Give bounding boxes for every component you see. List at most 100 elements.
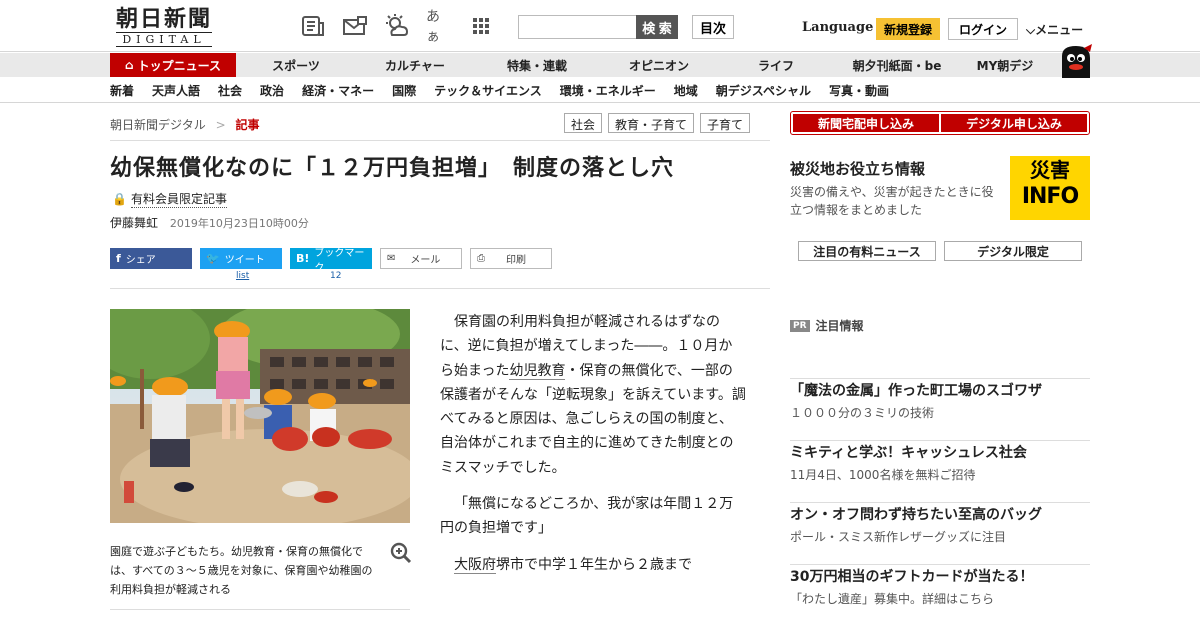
- chevron-down-icon: ⌵: [1026, 23, 1036, 37]
- list-item[interactable]: 30万円相当のギフトカードが当たる！ 「わたし遺産」募集中。詳細はこちら: [790, 564, 1090, 626]
- facebook-share-button[interactable]: f シェア: [110, 248, 192, 269]
- search-button[interactable]: 検 索: [636, 15, 678, 39]
- sub-nav: 新着 天声人語 社会 政治 経済・マネー 国際 テック＆サイエンス 環境・エネル…: [110, 78, 889, 102]
- twitter-share-button[interactable]: 🐦 ツイート: [200, 248, 282, 269]
- nav-opinion[interactable]: オピニオン: [600, 53, 718, 77]
- paragraph-text: 堺市で中学１年生から２歳まで: [496, 556, 692, 573]
- keyword-link[interactable]: 大阪府: [454, 556, 496, 574]
- main-nav: ⌂ トップニュース スポーツ カルチャー 特集・連載 オピニオン ライフ 朝夕刊紙…: [0, 53, 1200, 77]
- article-headline: 幼保無償化なのに「１２万円負担増」 制度の落とし穴: [110, 156, 675, 181]
- signup-button[interactable]: 新規登録: [876, 18, 940, 40]
- search-input[interactable]: [518, 15, 636, 39]
- paragraph-text: ・保育の無償化で、一部の保護者がそんな「逆転現象」を訴えています。調べてみると原…: [440, 362, 746, 476]
- delivery-subscribe-button[interactable]: 新聞宅配申し込み: [793, 114, 939, 132]
- pr-item-title[interactable]: 30万円相当のギフトカードが当たる！: [790, 566, 1090, 586]
- hatena-icon: B!: [296, 252, 310, 265]
- lock-icon: 🔒: [112, 192, 127, 206]
- subnav-item[interactable]: 写真・動画: [829, 82, 889, 99]
- article-tags: 社会 教育・子育て 子育て: [564, 113, 751, 133]
- pr-item-sub: １０００分の３ミリの技術: [790, 406, 935, 420]
- subscribe-buttons: 新聞宅配申し込み デジタル申し込み: [790, 111, 1090, 135]
- nav-features[interactable]: 特集・連載: [474, 53, 600, 77]
- disaster-info-title[interactable]: 被災地お役立ち情報: [790, 158, 925, 179]
- weather-icon[interactable]: [384, 14, 410, 38]
- print-button[interactable]: ⎙ 印刷: [470, 248, 552, 269]
- twitter-count[interactable]: list: [236, 271, 249, 281]
- paid-member-label[interactable]: 🔒 有料会員限定記事: [112, 190, 227, 208]
- subnav-item[interactable]: テック＆サイエンス: [434, 82, 542, 99]
- tag-link[interactable]: 教育・子育て: [608, 113, 695, 133]
- list-item[interactable]: ミキティと学ぶ！キャッシュレス社会 11月4日、1000名様を無料ご招待: [790, 440, 1090, 502]
- nav-life[interactable]: ライフ: [718, 53, 834, 77]
- nav-sports[interactable]: スポーツ: [236, 53, 356, 77]
- divider: [110, 288, 770, 289]
- paid-label-text: 有料会員限定記事: [130, 192, 227, 208]
- site-logo[interactable]: 朝日新聞 DIGITAL: [116, 8, 213, 47]
- logo-subtitle: DIGITAL: [116, 32, 213, 47]
- subnav-item[interactable]: 新着: [110, 82, 134, 99]
- tag-link[interactable]: 社会: [564, 113, 603, 133]
- mail-share-button[interactable]: ✉ メール: [380, 248, 462, 269]
- newspaper-icon[interactable]: [300, 14, 326, 38]
- subnav-item[interactable]: 朝デジスペシャル: [716, 82, 811, 99]
- hatena-count[interactable]: 12: [330, 271, 341, 281]
- share-label: ブックマーク: [314, 247, 365, 274]
- publish-date: 2019年10月23日10時00分: [169, 217, 309, 230]
- nav-my[interactable]: MY朝デジ: [960, 53, 1050, 77]
- subnav-item[interactable]: 政治: [260, 82, 284, 99]
- share-label: 印刷: [506, 255, 526, 266]
- keyword-link[interactable]: 幼児教育: [509, 362, 566, 380]
- pr-item-sub: 「わたし遺産」募集中。詳細はこちら: [790, 592, 995, 606]
- site-header: 朝日新聞 DIGITAL あぁ 検 索 目次 Language 新規登録 ログイ…: [0, 0, 1200, 52]
- twitter-icon: 🐦: [206, 252, 220, 265]
- disaster-info-badge[interactable]: 災害 INFO: [1010, 156, 1090, 220]
- pr-item-title[interactable]: オン・オフ問わず持ちたい至高のバッグ: [790, 504, 1090, 524]
- tag-link[interactable]: 子育て: [700, 113, 751, 133]
- share-label: シェア: [125, 255, 156, 266]
- byline: 伊藤舞虹 2019年10月23日10時00分: [110, 214, 309, 231]
- share-bar: f シェア 🐦 ツイート B! ブックマーク ✉ メール ⎙ 印刷: [110, 248, 552, 274]
- hatena-bookmark-button[interactable]: B! ブックマーク: [290, 248, 372, 274]
- header-icons: あぁ: [300, 9, 494, 45]
- nav-paper[interactable]: 朝夕刊紙面・be: [834, 53, 960, 77]
- subnav-item[interactable]: 国際: [392, 82, 416, 99]
- tab-premium-news[interactable]: 注目の有料ニュース: [798, 241, 936, 261]
- paragraph: 「無償になるどころか、我が家は年間１２万円の負担増です」: [440, 496, 734, 537]
- divider: [0, 102, 1200, 103]
- list-item[interactable]: 「魔法の金属」作った町工場のスゴワザ １０００分の３ミリの技術: [790, 378, 1090, 440]
- badge-text: INFO: [1021, 184, 1079, 209]
- badge-text: 災害: [1030, 158, 1070, 182]
- nav-top-news[interactable]: ⌂ トップニュース: [110, 53, 236, 77]
- toc-button[interactable]: 目次: [692, 15, 734, 39]
- pr-item-title[interactable]: 「魔法の金属」作った町工場のスゴワザ: [790, 380, 1090, 400]
- author-name: 伊藤舞虹: [110, 216, 159, 230]
- nav-culture[interactable]: カルチャー: [356, 53, 474, 77]
- breadcrumb-home[interactable]: 朝日新聞デジタル: [110, 118, 206, 132]
- envelope-icon: ✉: [387, 253, 396, 264]
- tab-digital-only[interactable]: デジタル限定: [944, 241, 1082, 261]
- digital-subscribe-button[interactable]: デジタル申し込み: [941, 114, 1087, 132]
- article-photo[interactable]: [110, 309, 410, 523]
- facebook-icon: f: [116, 252, 121, 265]
- mail-icon[interactable]: [342, 14, 368, 38]
- font-size-icon[interactable]: あぁ: [426, 9, 452, 45]
- breadcrumb-current: 記事: [235, 118, 260, 132]
- list-item[interactable]: オン・オフ問わず持ちたい至高のバッグ ポール・スミス新作レザーグッズに注目: [790, 502, 1090, 564]
- subnav-item[interactable]: 環境・エネルギー: [560, 82, 656, 99]
- printer-icon: ⎙: [477, 253, 485, 264]
- pr-item-title[interactable]: ミキティと学ぶ！キャッシュレス社会: [790, 442, 1090, 462]
- login-button[interactable]: ログイン: [948, 18, 1018, 40]
- language-link[interactable]: Language: [802, 20, 873, 35]
- menu-button[interactable]: ⌵メニュー: [1026, 21, 1083, 38]
- zoom-icon[interactable]: [390, 542, 412, 567]
- nav-label: トップニュース: [137, 58, 221, 73]
- pr-badge: PR: [790, 319, 810, 332]
- divider: [110, 609, 410, 610]
- subnav-item[interactable]: 経済・マネー: [302, 82, 374, 99]
- subnav-item[interactable]: 天声人語: [152, 82, 200, 99]
- subnav-item[interactable]: 社会: [218, 82, 242, 99]
- grid-menu-icon[interactable]: [468, 14, 494, 38]
- subnav-item[interactable]: 地域: [674, 82, 698, 99]
- breadcrumb-separator: >: [215, 118, 226, 132]
- mascot-icon[interactable]: [1054, 44, 1094, 83]
